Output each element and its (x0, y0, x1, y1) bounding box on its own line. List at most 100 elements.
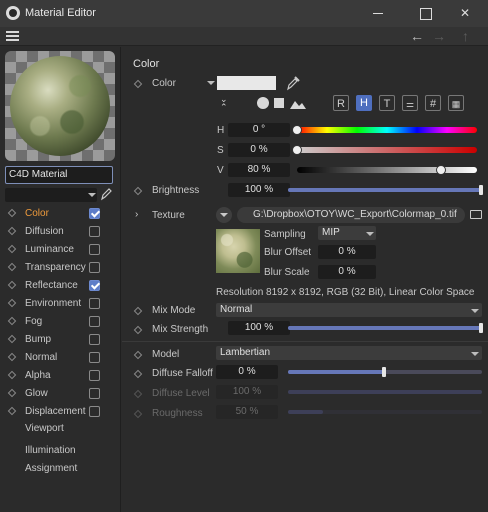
blur-scale-input[interactable]: 0 % (318, 265, 376, 279)
rgb-mode-button[interactable]: R (333, 95, 349, 111)
channel-reflectance[interactable]: Reflectance (0, 277, 121, 295)
blur-scale-label: Blur Scale (264, 267, 310, 278)
texture-path-field[interactable]: G:\Dropbox\OTOY\WC_Export\Colormap_0.tif (237, 207, 465, 223)
channel-glow[interactable]: Glow (0, 385, 121, 403)
channel-fog[interactable]: Fog (0, 313, 121, 331)
chevron-down-icon[interactable] (207, 81, 215, 85)
viewport-item[interactable]: Viewport (25, 423, 64, 434)
mix-strength-input[interactable]: 100 % (228, 321, 290, 335)
animate-diamond-icon[interactable] (133, 325, 143, 335)
animate-diamond-icon[interactable] (133, 186, 143, 196)
channel-diamond-icon (7, 298, 17, 308)
diffuse-falloff-input[interactable]: 0 % (216, 365, 278, 379)
swatches-icon[interactable]: ▦ (448, 95, 464, 111)
channel-checkbox-displacement[interactable] (89, 406, 100, 417)
image-icon[interactable] (290, 97, 306, 109)
channel-checkbox-bump[interactable] (89, 334, 100, 345)
roughness-input: 50 % (216, 405, 278, 419)
model-value: Lambertian (220, 347, 271, 358)
value-slider[interactable] (297, 167, 477, 173)
mixer-icon[interactable]: ⚌ (402, 95, 418, 111)
close-button[interactable]: ✕ (442, 0, 488, 27)
hue-knob[interactable] (292, 125, 302, 135)
value-knob[interactable] (436, 165, 446, 175)
illumination-item[interactable]: Illumination (25, 445, 76, 456)
hamburger-icon[interactable] (6, 31, 19, 42)
channel-label: Transparency (25, 262, 86, 273)
diffuse-falloff-knob[interactable] (382, 367, 386, 377)
mix-strength-knob[interactable] (479, 323, 483, 333)
arrow-left-icon[interactable]: ← (410, 28, 424, 44)
mix-strength-label: Mix Strength (152, 324, 209, 335)
channel-color[interactable]: Color (0, 205, 121, 223)
folder-icon[interactable] (470, 210, 482, 219)
kelvin-mode-button[interactable]: T (379, 95, 395, 111)
brightness-knob[interactable] (479, 185, 483, 195)
hue-slider[interactable] (297, 127, 477, 133)
roughness-label: Roughness (152, 408, 203, 419)
material-preview[interactable] (5, 51, 115, 161)
channel-checkbox-transparency[interactable] (89, 262, 100, 273)
collapse-icon[interactable]: ⌄ ⌃ (220, 95, 228, 112)
channel-environment[interactable]: Environment (0, 295, 121, 313)
pen-icon[interactable] (100, 187, 112, 201)
channel-checkbox-alpha[interactable] (89, 370, 100, 381)
v-input[interactable]: 80 % (228, 163, 290, 177)
animate-diamond-icon[interactable] (133, 369, 143, 379)
sampling-value: MIP (322, 227, 340, 238)
channel-displacement[interactable]: Displacement (0, 403, 121, 421)
animate-diamond-icon[interactable] (133, 306, 143, 316)
v-label: V (217, 165, 224, 176)
eyedropper-icon[interactable] (286, 75, 300, 91)
channel-transparency[interactable]: Transparency (0, 259, 121, 277)
layer-dropdown[interactable] (5, 188, 97, 202)
channel-checkbox-environment[interactable] (89, 298, 100, 309)
arrow-right-icon[interactable]: → (432, 28, 446, 44)
texture-label: Texture (152, 210, 185, 221)
h-input[interactable]: 0 ° (228, 123, 290, 137)
animate-diamond-icon (133, 389, 143, 399)
model-select[interactable]: Lambertian (216, 346, 482, 360)
diffuse-level-input: 100 % (216, 385, 278, 399)
s-input[interactable]: 0 % (228, 143, 290, 157)
expand-chevron-icon[interactable]: › (135, 209, 138, 220)
material-name-input[interactable]: C4D Material (5, 166, 113, 184)
channel-diamond-icon (7, 406, 17, 416)
chevron-down-icon (471, 352, 479, 356)
channel-checkbox-color[interactable] (89, 208, 100, 219)
texture-thumbnail[interactable] (216, 229, 260, 273)
channel-checkbox-diffusion[interactable] (89, 226, 100, 237)
saturation-knob[interactable] (292, 145, 302, 155)
channel-diamond-icon (7, 388, 17, 398)
animate-diamond-icon[interactable] (133, 79, 143, 89)
channel-checkbox-reflectance[interactable] (89, 280, 100, 291)
channel-label: Reflectance (25, 280, 78, 291)
channel-alpha[interactable]: Alpha (0, 367, 121, 385)
channel-checkbox-fog[interactable] (89, 316, 100, 327)
texture-dropdown[interactable] (216, 207, 232, 223)
channel-diamond-icon (7, 262, 17, 272)
channel-bump[interactable]: Bump (0, 331, 121, 349)
color-wheel-icon[interactable] (257, 97, 269, 109)
animate-diamond-icon[interactable] (133, 350, 143, 360)
spectrum-icon[interactable] (274, 98, 284, 108)
hsv-mode-button[interactable]: H (356, 95, 372, 111)
s-label: S (217, 145, 224, 156)
channel-diffusion[interactable]: Diffusion (0, 223, 121, 241)
channel-luminance[interactable]: Luminance (0, 241, 121, 259)
channel-checkbox-normal[interactable] (89, 352, 100, 363)
channel-diamond-icon (7, 280, 17, 290)
assignment-item[interactable]: Assignment (25, 463, 77, 474)
channel-checkbox-luminance[interactable] (89, 244, 100, 255)
mix-mode-select[interactable]: Normal (216, 303, 482, 317)
color-label: Color (152, 78, 176, 89)
hex-mode-button[interactable]: # (425, 95, 441, 111)
channel-checkbox-glow[interactable] (89, 388, 100, 399)
brightness-input[interactable]: 100 % (228, 183, 290, 197)
saturation-slider[interactable] (297, 147, 477, 153)
color-swatch[interactable] (217, 76, 276, 90)
channel-normal[interactable]: Normal (0, 349, 121, 367)
minimize-button[interactable] (354, 0, 400, 27)
arrow-up-icon[interactable]: ↑ (462, 28, 469, 44)
blur-offset-input[interactable]: 0 % (318, 245, 376, 259)
